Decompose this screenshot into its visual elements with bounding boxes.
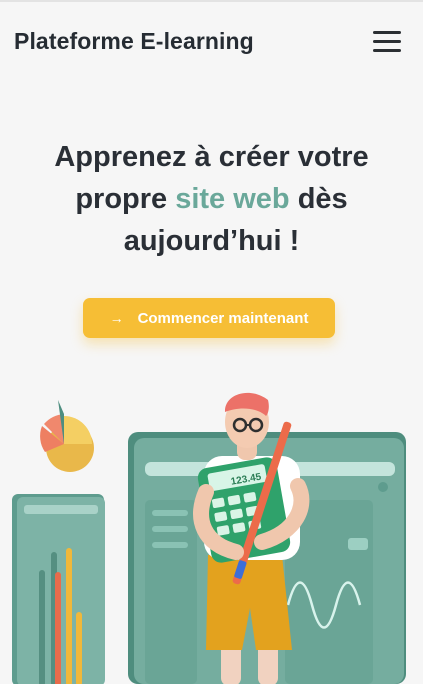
- hero-title-line-1: Apprenez à créer votre: [54, 141, 369, 173]
- hero-title: Apprenez à créer votre propre site web d…: [0, 136, 423, 262]
- hero-title-line-3: aujourd’hui !: [123, 225, 300, 257]
- hero-title-highlight: site web: [175, 183, 290, 215]
- brand-title[interactable]: Plateforme E-learning: [14, 28, 254, 55]
- pie-chart-icon: [40, 400, 94, 472]
- arrow-right-icon: →: [109, 310, 124, 326]
- navbar: Plateforme E-learning: [0, 2, 423, 80]
- learner-with-laptop-illustration: 123.45: [12, 392, 406, 684]
- start-now-button-label: Commencer maintenant: [137, 309, 309, 327]
- hero-title-line-2-end: dès: [289, 183, 348, 215]
- hero-title-line-2-start: propre: [75, 183, 176, 215]
- bar-chart-panel: [12, 494, 105, 684]
- start-now-button[interactable]: → Commencer maintenant: [83, 298, 335, 338]
- hamburger-menu-icon[interactable]: [370, 28, 404, 56]
